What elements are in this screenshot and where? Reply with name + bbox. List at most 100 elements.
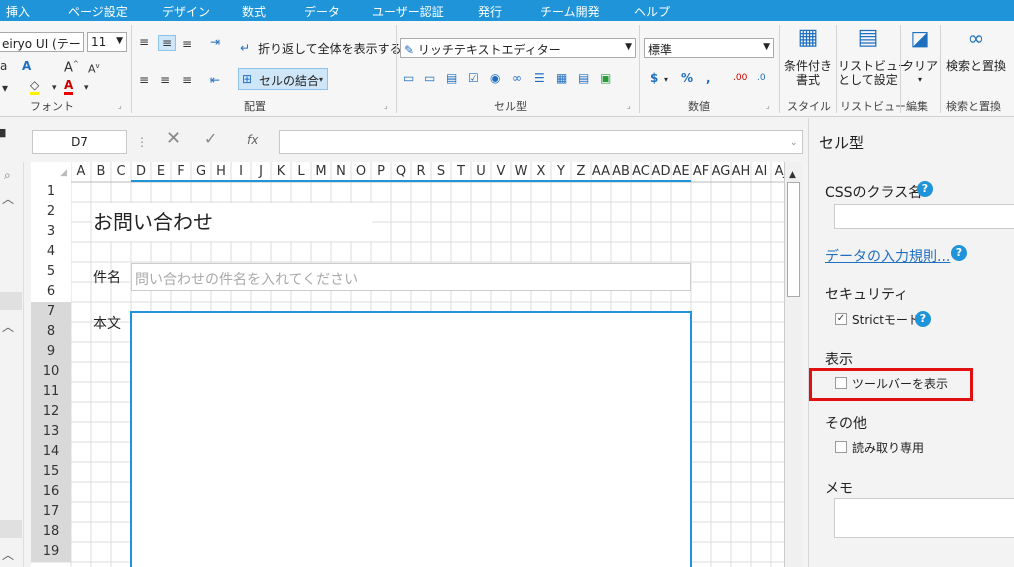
currency-icon[interactable]: $ — [650, 71, 658, 85]
align-right-icon[interactable]: ≡ — [182, 73, 192, 87]
cell-reference-box[interactable]: D7 — [32, 130, 127, 154]
dialog-launcher-icon[interactable]: ⌟ — [627, 101, 631, 110]
row-header[interactable]: 10 — [31, 362, 71, 382]
column-header[interactable]: N — [331, 162, 351, 182]
find-replace-button[interactable]: ∞ 検索と置換 — [944, 28, 1008, 73]
column-header[interactable]: J — [251, 162, 271, 182]
celltype-combo[interactable]: ✎ リッチテキストエディター ▼ — [400, 38, 636, 58]
pin-icon[interactable]: ▘ — [0, 131, 11, 145]
row-header[interactable]: 4 — [31, 242, 71, 262]
function-icon[interactable]: fx — [247, 133, 258, 147]
decrease-decimal-icon[interactable]: .0 — [757, 71, 766, 85]
number-format-combo[interactable]: 標準 ▼ — [644, 38, 774, 58]
clear-button[interactable]: ◪ クリア ▾ — [902, 28, 938, 87]
dialog-launcher-icon[interactable]: ⌟ — [118, 101, 122, 110]
radio-celltype-icon[interactable]: ◉ — [490, 71, 500, 85]
menu-data[interactable]: データ — [304, 3, 340, 20]
column-header[interactable]: H — [211, 162, 231, 182]
font-grow-icon[interactable]: a — [0, 59, 7, 73]
align-bottom-icon[interactable]: ≡ — [182, 37, 192, 51]
column-header[interactable]: G — [191, 162, 211, 182]
column-header[interactable]: D — [131, 162, 151, 182]
align-middle-icon[interactable]: ≡ — [158, 35, 177, 51]
row-header[interactable]: 8 — [31, 322, 71, 342]
column-header[interactable]: K — [271, 162, 291, 182]
increase-decimal-icon[interactable]: .00 — [733, 71, 747, 85]
css-class-input[interactable] — [834, 204, 1014, 229]
number-celltype-icon[interactable]: ▦ — [556, 71, 567, 85]
column-header[interactable]: C — [111, 162, 131, 182]
align-center-icon[interactable]: ≡ — [160, 73, 170, 87]
merge-cells-button[interactable]: ⊞ セルの結合 ▾ — [238, 68, 328, 90]
row-header[interactable]: 13 — [31, 422, 71, 442]
dialog-launcher-icon[interactable]: ⌟ — [766, 101, 770, 110]
more-vertical-icon[interactable]: ⋮ — [136, 135, 148, 149]
decrease-font-icon[interactable]: Av — [88, 59, 100, 77]
checkbox-celltype-icon[interactable]: ☑ — [468, 71, 479, 85]
column-header[interactable]: I — [231, 162, 251, 182]
validation-link[interactable]: データの入力規則... — [825, 246, 950, 266]
column-header[interactable]: AC — [631, 162, 651, 182]
memo-input[interactable] — [834, 498, 1014, 538]
show-toolbar-checkbox[interactable] — [835, 377, 847, 389]
formula-input[interactable] — [279, 130, 803, 154]
scrollbar-thumb[interactable] — [787, 182, 800, 297]
column-header[interactable]: B — [91, 162, 111, 182]
column-header[interactable]: M — [311, 162, 331, 182]
column-header[interactable]: O — [351, 162, 371, 182]
column-header[interactable]: T — [451, 162, 471, 182]
row-header[interactable]: 3 — [31, 222, 71, 242]
row-header[interactable]: 18 — [31, 522, 71, 542]
font-size-combo[interactable]: 11 ▼ — [87, 32, 127, 52]
body-rich-text-editor[interactable] — [130, 311, 692, 567]
row-header[interactable]: 12 — [31, 402, 71, 422]
column-header[interactable]: AE — [671, 162, 691, 182]
row-header[interactable]: 1 — [31, 182, 71, 202]
image-celltype-icon[interactable]: ▣ — [600, 71, 611, 85]
column-header[interactable]: AB — [611, 162, 631, 182]
column-header[interactable]: W — [511, 162, 531, 182]
column-header[interactable]: A — [71, 162, 91, 182]
column-header[interactable]: U — [471, 162, 491, 182]
column-header[interactable]: V — [491, 162, 511, 182]
dialog-launcher-icon[interactable]: ⌟ — [384, 101, 388, 110]
row-header[interactable]: 16 — [31, 482, 71, 502]
textbox-celltype-icon[interactable]: ▭ — [424, 71, 435, 85]
help-icon[interactable]: ? — [915, 311, 931, 327]
menu-user-auth[interactable]: ユーザー認証 — [372, 3, 444, 20]
hyperlink-celltype-icon[interactable]: ∞ — [512, 71, 522, 85]
conditional-format-button[interactable]: ▦ 条件付き 書式 — [782, 27, 834, 88]
column-header[interactable]: AA — [591, 162, 611, 182]
menu-insert[interactable]: 挿入 — [6, 3, 30, 20]
row-header[interactable]: 15 — [31, 462, 71, 482]
underline-icon[interactable]: A — [22, 59, 31, 73]
button-celltype-icon[interactable]: ▭ — [403, 71, 414, 85]
menu-team-dev[interactable]: チーム開発 — [540, 3, 600, 20]
column-header[interactable]: Z — [571, 162, 591, 182]
subject-input[interactable]: 問い合わせの件名を入れてください — [131, 263, 691, 291]
combobox-celltype-icon[interactable]: ▤ — [446, 71, 457, 85]
select-all-corner[interactable]: ◢ — [31, 162, 71, 182]
column-header[interactable]: S — [431, 162, 451, 182]
column-header[interactable]: Q — [391, 162, 411, 182]
confirm-icon[interactable]: ✓ — [204, 131, 217, 147]
font-color-icon[interactable]: A — [64, 78, 74, 95]
font-name-combo[interactable]: eiryo UI (テー — [0, 32, 84, 52]
align-top-icon[interactable]: ≡ — [139, 35, 149, 49]
row-header[interactable]: 6 — [31, 282, 71, 302]
dropdown-icon[interactable]: ▾ — [2, 81, 8, 95]
column-header[interactable]: P — [371, 162, 391, 182]
menu-formula[interactable]: 数式 — [242, 3, 266, 20]
collapse-icon[interactable]: ︿ — [2, 192, 14, 206]
column-header[interactable]: E — [151, 162, 171, 182]
menu-help[interactable]: ヘルプ — [634, 3, 670, 20]
collapse-icon[interactable]: ︿ — [2, 548, 14, 562]
row-header[interactable]: 9 — [31, 342, 71, 362]
menu-design[interactable]: デザイン — [162, 3, 210, 20]
row-header[interactable]: 19 — [31, 542, 71, 562]
column-header[interactable]: F — [171, 162, 191, 182]
cancel-icon[interactable]: ✕ — [166, 130, 181, 148]
increase-font-icon[interactable]: A^ — [64, 57, 79, 75]
column-header[interactable]: X — [531, 162, 551, 182]
column-header[interactable]: L — [291, 162, 311, 182]
